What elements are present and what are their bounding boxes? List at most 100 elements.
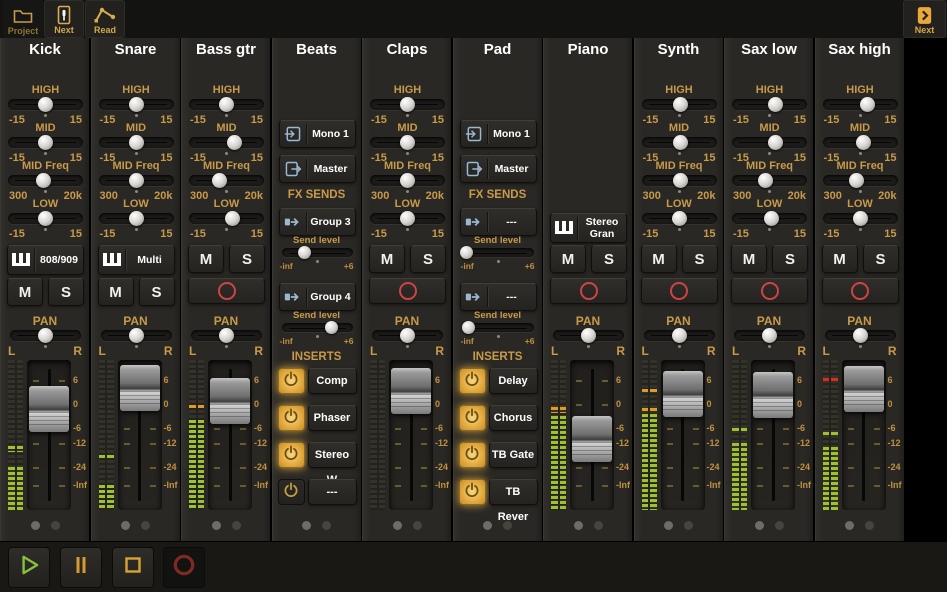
page-dot[interactable] bbox=[774, 521, 784, 530]
solo-button[interactable]: S bbox=[229, 245, 265, 273]
page-dot-active[interactable] bbox=[573, 521, 583, 530]
pan-slider[interactable] bbox=[553, 328, 624, 348]
eq-slider-mid[interactable] bbox=[641, 135, 717, 155]
slider-handle[interactable] bbox=[128, 173, 144, 188]
eq-slider-low[interactable] bbox=[8, 211, 83, 231]
slider-handle[interactable] bbox=[768, 97, 783, 112]
slider-handle[interactable] bbox=[671, 211, 687, 226]
eq-slider-mid[interactable] bbox=[189, 135, 264, 155]
eq-slider-low[interactable] bbox=[732, 211, 807, 231]
send-level-slider[interactable] bbox=[461, 321, 534, 338]
mute-button[interactable]: M bbox=[731, 245, 767, 273]
mute-button[interactable]: M bbox=[550, 245, 586, 273]
solo-button[interactable]: S bbox=[410, 245, 446, 273]
insert-name-button[interactable]: TB Gate bbox=[488, 442, 538, 468]
solo-button[interactable]: S bbox=[591, 245, 627, 273]
solo-button[interactable]: S bbox=[681, 245, 718, 273]
slider-handle[interactable] bbox=[298, 246, 312, 259]
insert-power-button[interactable] bbox=[458, 368, 486, 394]
eq-slider-high[interactable] bbox=[822, 97, 898, 117]
next-screen-button[interactable]: Next bbox=[903, 0, 946, 38]
page-dot[interactable] bbox=[141, 521, 150, 530]
slider-handle[interactable] bbox=[219, 328, 234, 343]
fader-handle[interactable] bbox=[753, 372, 793, 418]
insert-power-button[interactable] bbox=[458, 479, 486, 505]
page-dot-active[interactable] bbox=[121, 521, 130, 530]
insert-name-button[interactable]: Phaser bbox=[307, 405, 357, 431]
slider-handle[interactable] bbox=[225, 211, 240, 226]
slider-handle[interactable] bbox=[226, 135, 242, 150]
slider-handle[interactable] bbox=[852, 328, 868, 343]
eq-slider-low[interactable] bbox=[370, 211, 445, 231]
solo-button[interactable]: S bbox=[48, 278, 84, 306]
eq-slider-mid-freq[interactable] bbox=[822, 173, 898, 193]
pan-slider[interactable] bbox=[734, 328, 805, 348]
slider-handle[interactable] bbox=[673, 173, 688, 188]
slider-handle[interactable] bbox=[211, 173, 227, 188]
input-routing-button[interactable]: Mono 1 bbox=[459, 120, 537, 148]
mute-button[interactable]: M bbox=[369, 245, 405, 273]
page-dot-active[interactable] bbox=[392, 521, 402, 530]
slider-handle[interactable] bbox=[400, 173, 415, 188]
fader-handle[interactable] bbox=[843, 366, 884, 412]
instrument-button[interactable]: Stereo Gran bbox=[550, 213, 627, 243]
next-preset-button[interactable]: Next bbox=[44, 0, 84, 38]
fx-send-1-button[interactable]: Group 3 bbox=[278, 208, 356, 236]
solo-button[interactable]: S bbox=[772, 245, 808, 273]
eq-slider-low[interactable] bbox=[98, 211, 174, 231]
eq-slider-high[interactable] bbox=[641, 97, 717, 117]
slider-handle[interactable] bbox=[400, 328, 415, 343]
slider-handle[interactable] bbox=[400, 211, 415, 226]
record-button[interactable] bbox=[163, 547, 205, 588]
eq-slider-high[interactable] bbox=[370, 97, 445, 117]
page-dot-active[interactable] bbox=[483, 521, 492, 530]
mute-button[interactable]: M bbox=[97, 278, 134, 306]
fader-handle[interactable] bbox=[662, 370, 703, 417]
fader-handle[interactable] bbox=[572, 415, 612, 462]
stop-button[interactable] bbox=[112, 547, 154, 588]
insert-power-button[interactable] bbox=[277, 405, 305, 431]
insert-power-button[interactable] bbox=[458, 442, 486, 468]
slider-handle[interactable] bbox=[673, 97, 688, 112]
mute-button[interactable]: M bbox=[821, 245, 858, 273]
send-level-slider[interactable] bbox=[281, 246, 353, 263]
input-routing-button[interactable]: Mono 1 bbox=[278, 120, 356, 148]
insert-power-button[interactable] bbox=[277, 368, 305, 394]
eq-slider-mid-freq[interactable] bbox=[732, 173, 807, 193]
page-dot[interactable] bbox=[412, 521, 422, 530]
send-level-slider[interactable] bbox=[459, 246, 534, 263]
page-dot[interactable] bbox=[684, 521, 693, 530]
eq-slider-high[interactable] bbox=[189, 97, 264, 117]
page-dot[interactable] bbox=[593, 521, 603, 530]
insert-power-button[interactable] bbox=[458, 405, 486, 431]
send-level-slider[interactable] bbox=[281, 321, 353, 338]
slider-handle[interactable] bbox=[400, 135, 415, 150]
eq-slider-mid-freq[interactable] bbox=[641, 173, 717, 193]
page-dot[interactable] bbox=[231, 521, 241, 530]
insert-power-button[interactable] bbox=[277, 479, 305, 505]
page-dot[interactable] bbox=[865, 521, 874, 530]
slider-handle[interactable] bbox=[671, 328, 687, 343]
eq-slider-high[interactable] bbox=[732, 97, 807, 117]
record-arm-button[interactable] bbox=[821, 278, 899, 304]
insert-name-button[interactable]: Stereo W bbox=[307, 442, 357, 486]
slider-handle[interactable] bbox=[673, 135, 688, 150]
mute-button[interactable]: M bbox=[188, 245, 224, 273]
pan-slider[interactable] bbox=[100, 328, 172, 348]
eq-slider-high[interactable] bbox=[8, 97, 83, 117]
insert-name-button[interactable]: --- bbox=[307, 479, 357, 505]
record-arm-button[interactable] bbox=[550, 278, 627, 304]
slider-handle[interactable] bbox=[38, 328, 53, 343]
output-routing-button[interactable]: Master bbox=[459, 155, 537, 183]
slider-handle[interactable] bbox=[128, 328, 144, 343]
mute-button[interactable]: M bbox=[640, 245, 677, 273]
page-dot-active[interactable] bbox=[302, 521, 311, 530]
insert-name-button[interactable]: Chorus bbox=[488, 405, 538, 431]
solo-button[interactable]: S bbox=[862, 245, 899, 273]
eq-slider-mid[interactable] bbox=[8, 135, 83, 155]
record-arm-button[interactable] bbox=[640, 278, 718, 304]
solo-button[interactable]: S bbox=[138, 278, 175, 306]
fader-handle[interactable] bbox=[119, 364, 160, 411]
fx-send-1-button[interactable]: --- bbox=[459, 208, 537, 236]
eq-slider-mid[interactable] bbox=[732, 135, 807, 155]
